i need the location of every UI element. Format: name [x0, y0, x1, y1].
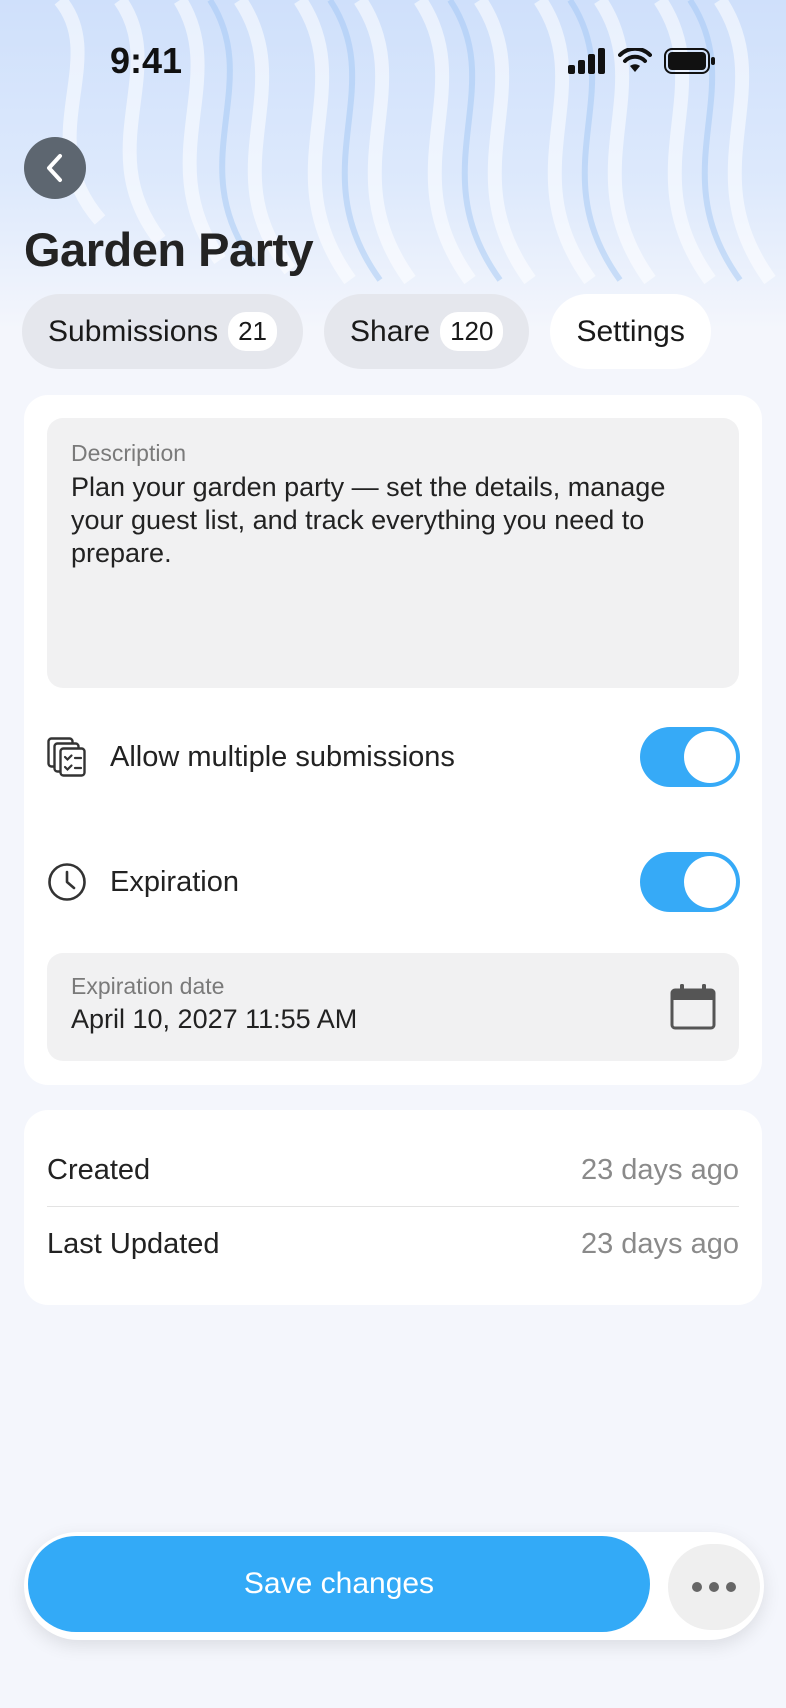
- allow-multiple-row: Allow multiple submissions: [46, 727, 740, 787]
- tab-label: Submissions: [48, 314, 219, 348]
- more-dots-icon: [692, 1582, 736, 1592]
- expiration-toggle[interactable]: [640, 852, 740, 912]
- tab-share[interactable]: Share 120: [324, 294, 530, 369]
- save-changes-button[interactable]: Save changes: [28, 1536, 650, 1632]
- description-text[interactable]: Plan your garden party — set the details…: [71, 471, 715, 570]
- tab-submissions[interactable]: Submissions 21: [22, 294, 303, 369]
- tab-bar: Submissions 21 Share 120 Settings: [22, 294, 711, 369]
- tab-label: Share: [350, 314, 431, 348]
- status-time: 9:41: [110, 40, 183, 81]
- bottom-action-bar: Save changes: [24, 1532, 764, 1640]
- back-button[interactable]: [24, 137, 86, 199]
- expiration-label: Expiration: [110, 865, 239, 898]
- description-label: Description: [71, 440, 187, 466]
- back-chevron-icon: [47, 154, 62, 182]
- toggle-knob: [684, 856, 736, 908]
- tab-label: Settings: [576, 314, 685, 348]
- last-updated-value: 23 days ago: [580, 1227, 739, 1260]
- status-icons: [568, 48, 716, 74]
- last-updated-label: Last Updated: [47, 1227, 220, 1260]
- count-badge: 120: [440, 312, 504, 351]
- wifi-icon: [618, 48, 652, 72]
- calendar-icon[interactable]: [669, 983, 717, 1031]
- allow-multiple-label: Allow multiple submissions: [110, 740, 455, 773]
- allow-multiple-toggle[interactable]: [640, 727, 740, 787]
- more-options-button[interactable]: [668, 1544, 760, 1630]
- expiration-date-value: April 10, 2027 11:55 AM: [71, 1004, 358, 1034]
- created-label: Created: [47, 1153, 151, 1186]
- toggle-knob: [684, 731, 736, 783]
- status-bar: 9:41: [0, 0, 786, 120]
- divider: [47, 1206, 739, 1207]
- expiration-row: Expiration: [46, 852, 740, 912]
- expiration-date-label: Expiration date: [71, 973, 225, 999]
- multiple-documents-icon: [46, 736, 88, 778]
- clock-icon: [46, 861, 88, 903]
- page-title: Garden Party: [24, 223, 314, 276]
- metadata-card: Created 23 days ago Last Updated 23 days…: [24, 1110, 762, 1305]
- count-badge: 21: [228, 312, 277, 351]
- tab-settings[interactable]: Settings: [550, 294, 711, 369]
- battery-icon: [664, 48, 715, 74]
- last-updated-row: Last Updated 23 days ago: [47, 1208, 739, 1280]
- created-row: Created 23 days ago: [47, 1134, 739, 1206]
- settings-card: Description Plan your garden party — set…: [24, 395, 762, 1085]
- created-value: 23 days ago: [580, 1153, 739, 1186]
- description-field[interactable]: Description Plan your garden party — set…: [47, 418, 739, 688]
- expiration-date-field[interactable]: Expiration date April 10, 2027 11:55 AM: [47, 953, 739, 1061]
- signal-icon: [568, 48, 605, 74]
